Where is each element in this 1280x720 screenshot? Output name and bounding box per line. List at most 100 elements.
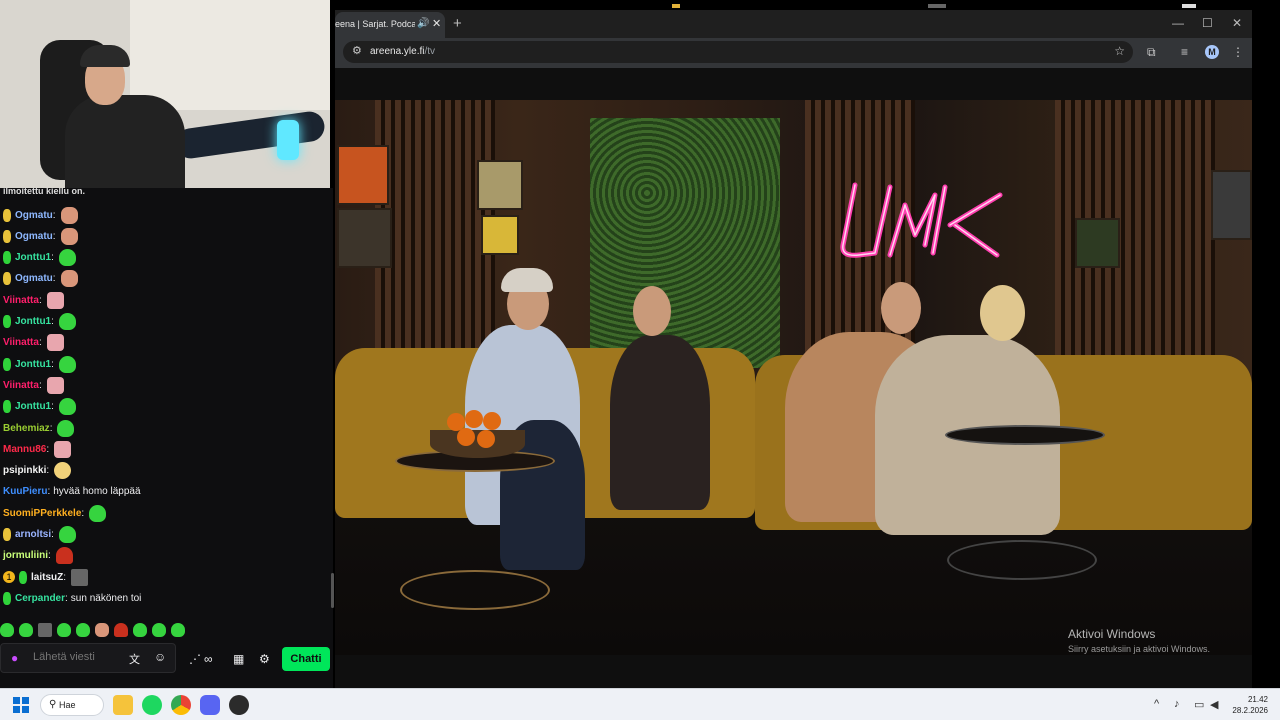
peanut-badge-icon[interactable] [3, 229, 11, 243]
chat-emote[interactable] [46, 376, 64, 394]
frog-badge-icon[interactable] [3, 400, 11, 414]
chat-emote[interactable] [58, 355, 76, 373]
orange [457, 428, 475, 446]
store-icon[interactable]: ▦ [233, 652, 244, 666]
chat-emote[interactable] [55, 547, 73, 565]
chat-input-box[interactable]: ● 文 ☺ [0, 643, 176, 673]
video-player[interactable]: Aktivoi Windows Siirry asetuksiin ja akt… [335, 100, 1252, 655]
tray-overflow-icon[interactable]: ^ [1154, 698, 1159, 710]
chat-username[interactable]: arnoltsi [15, 529, 51, 540]
discord-icon[interactable] [200, 695, 220, 715]
minimize-icon[interactable]: — [1172, 16, 1184, 30]
chat-username[interactable]: laitsuZ [31, 572, 63, 583]
quick-emote[interactable] [152, 623, 166, 637]
chat-username[interactable]: Ogmatu [15, 273, 53, 284]
quick-emote[interactable] [57, 623, 71, 637]
chat-settings-icon[interactable]: ⚙ [259, 652, 270, 666]
gift-badge-icon[interactable]: 1 [3, 571, 15, 584]
chat-username[interactable]: Viinatta [3, 337, 39, 348]
speaker-icon[interactable]: 🔊 [417, 18, 429, 29]
frog-badge-icon[interactable] [19, 570, 27, 584]
media-controls-icon[interactable]: ≡ [1181, 45, 1188, 59]
chat-username[interactable]: Behemiaz [3, 423, 50, 434]
chat-scrollbar[interactable] [331, 573, 334, 608]
start-windows-icon[interactable] [13, 697, 29, 713]
close-window-icon[interactable]: ✕ [1232, 16, 1242, 30]
chat-username[interactable]: KuuPieru [3, 486, 47, 497]
emote-picker-icon[interactable]: ☺ [154, 650, 166, 664]
chat-colon: : [51, 401, 54, 413]
spotify-icon[interactable] [142, 695, 162, 715]
chat-emote[interactable] [46, 291, 64, 309]
chat-username[interactable]: Jonttu1 [15, 401, 51, 412]
chat-emote[interactable] [58, 398, 76, 416]
profile-avatar[interactable]: M [1205, 45, 1219, 59]
chat-username[interactable]: Viinatta [3, 380, 39, 391]
chat-username[interactable]: Ogmatu [15, 231, 53, 242]
quick-emote[interactable] [133, 623, 147, 637]
quick-emote[interactable] [171, 623, 185, 637]
maximize-icon[interactable]: ☐ [1202, 16, 1213, 30]
chat-emote[interactable] [89, 504, 107, 522]
chat-emote[interactable] [58, 249, 76, 267]
chat-emote[interactable] [57, 419, 75, 437]
quick-emote[interactable] [19, 623, 33, 637]
chat-username[interactable]: Jonttu1 [15, 252, 51, 263]
chat-emote[interactable] [46, 334, 64, 352]
peanut-badge-icon[interactable] [3, 272, 11, 286]
tab-areena[interactable]: eena | Sarjat. Podcast 🔊 ✕ [335, 12, 445, 38]
site-info-icon[interactable]: ⚙ [352, 44, 362, 57]
chat-username[interactable]: Jonttu1 [15, 359, 51, 370]
quick-emote[interactable] [0, 623, 14, 637]
menu-kebab-icon[interactable]: ⋮ [1232, 45, 1244, 59]
system-clock[interactable]: 21.42 28.2.2026 [1232, 694, 1268, 716]
quick-emote[interactable] [114, 623, 128, 637]
taskbar-search[interactable]: ⚲ Hae [40, 694, 104, 716]
quick-emote[interactable] [76, 623, 90, 637]
chat-message-input[interactable] [33, 651, 118, 663]
obs-icon[interactable] [229, 695, 249, 715]
chrome-icon[interactable] [171, 695, 191, 715]
url-text[interactable]: areena.yle.fi/tv [370, 46, 435, 57]
volume-icon[interactable]: ◀ [1210, 698, 1218, 711]
microphone-icon[interactable]: ● [11, 651, 18, 665]
extensions-icon[interactable]: ⧉ [1147, 45, 1156, 60]
chat-username[interactable]: Jonttu1 [15, 316, 51, 327]
frog-badge-icon[interactable] [3, 591, 11, 605]
chat-emote[interactable] [58, 313, 76, 330]
background-indicator [928, 4, 946, 8]
peanut-badge-icon[interactable] [3, 208, 11, 222]
file-explorer-icon[interactable] [113, 695, 133, 715]
chat-emote[interactable] [60, 270, 78, 288]
chat-username[interactable]: jormuliini [3, 550, 48, 561]
chat-username[interactable]: Ogmatu [15, 210, 53, 221]
network-icon[interactable]: ▭ [1194, 698, 1204, 711]
chat-emote[interactable] [54, 462, 72, 480]
chat-username[interactable]: Cerpander [15, 593, 65, 604]
channel-points-icon[interactable]: ∞ [204, 652, 213, 666]
peanut-badge-icon[interactable] [3, 528, 11, 541]
url-path: /tv [424, 46, 436, 57]
chat-emote[interactable] [60, 227, 78, 245]
translate-icon[interactable]: 文 [129, 651, 140, 667]
send-chat-button[interactable]: Chatti [282, 647, 330, 671]
bookmark-star-icon[interactable]: ☆ [1114, 44, 1125, 58]
chat-emote[interactable] [60, 206, 78, 224]
chat-username[interactable]: SuomiPPerkkele [3, 508, 81, 519]
new-tab-icon[interactable]: + [453, 15, 462, 32]
bits-icon[interactable]: ⋰ [189, 652, 201, 666]
chat-emote[interactable] [58, 526, 76, 543]
microphone-tray-icon[interactable]: ♪ [1174, 698, 1180, 710]
frog-badge-icon[interactable] [3, 251, 11, 265]
address-bar[interactable]: ⚙ areena.yle.fi/tv ☆ [343, 41, 1133, 63]
chat-username[interactable]: Mannu86 [3, 444, 46, 455]
quick-emote[interactable] [95, 623, 109, 637]
close-tab-icon[interactable]: ✕ [432, 17, 441, 30]
chat-username[interactable]: Viinatta [3, 295, 39, 306]
chat-emote[interactable] [54, 440, 72, 458]
frog-badge-icon[interactable] [3, 357, 11, 371]
chat-username[interactable]: psipinkki [3, 465, 46, 476]
quick-emote[interactable] [38, 623, 52, 637]
frog-badge-icon[interactable] [3, 315, 11, 328]
chat-emote[interactable] [71, 568, 89, 586]
